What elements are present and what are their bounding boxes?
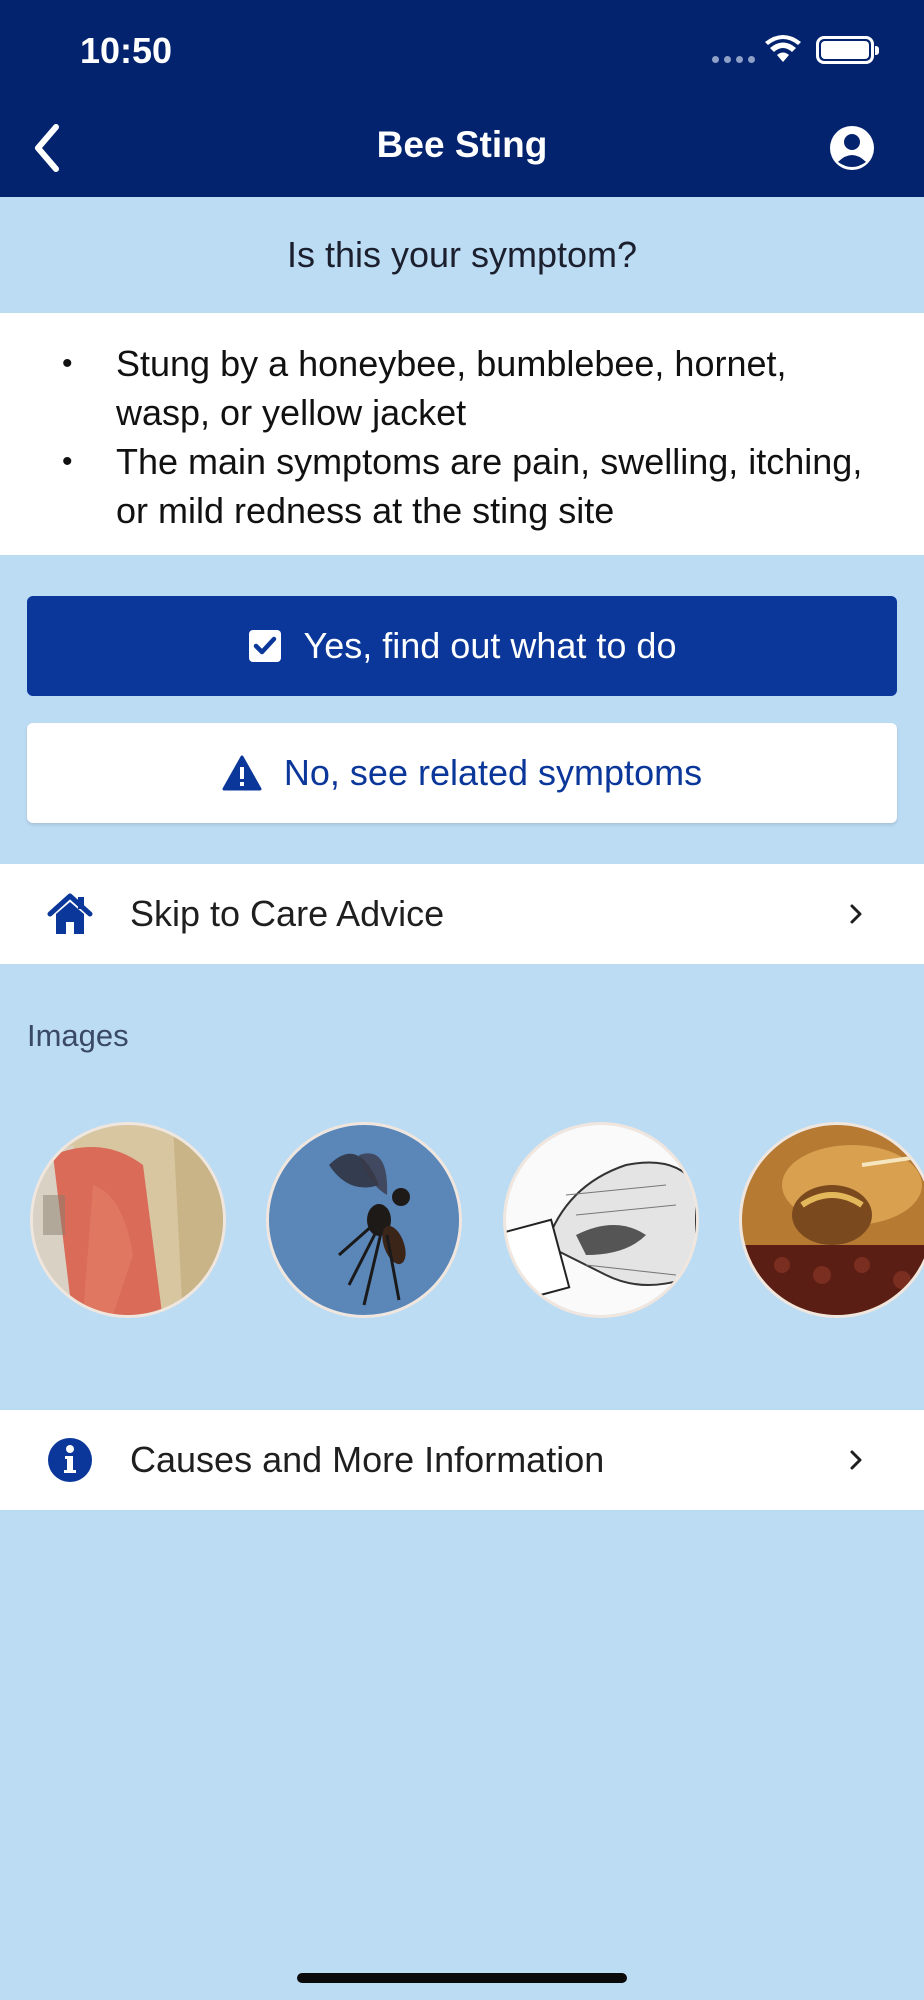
symptom-description: Stung by a honeybee, bumblebee, hornet, … <box>0 313 924 555</box>
symptom-question: Is this your symptom? <box>286 234 638 275</box>
arm-sting-photo[interactable] <box>30 1122 226 1318</box>
status-time: 10:50 <box>80 30 173 71</box>
skip-to-care-advice-label: Skip to Care Advice <box>130 893 445 934</box>
causes-and-more-info-row[interactable]: Causes and More Information <box>0 1410 924 1510</box>
checkbox-checked-icon <box>248 630 281 662</box>
yes-button-label: Yes, find out what to do <box>303 625 677 666</box>
skip-to-care-advice-row[interactable]: Skip to Care Advice <box>0 864 924 964</box>
battery-icon <box>816 36 879 64</box>
home-indicator[interactable] <box>297 1973 627 1983</box>
chevron-left-icon <box>35 124 59 172</box>
cellular-signal-icon <box>712 56 755 63</box>
no-button[interactable]: No, see related symptoms <box>27 723 897 823</box>
symptom-bullet: Stung by a honeybee, bumblebee, hornet, … <box>62 339 864 437</box>
stinger-removal-drawing[interactable] <box>503 1122 699 1318</box>
wifi-icon <box>765 35 801 62</box>
symptom-bullet: The main symptoms are pain, swelling, it… <box>62 437 864 535</box>
app-header: 10:50 Bee Sting <box>0 0 924 197</box>
honeybee-photo[interactable] <box>739 1122 924 1318</box>
chevron-right-icon <box>850 904 862 924</box>
images-section-label: Images <box>27 1018 129 1053</box>
info-circle-icon <box>48 1438 92 1482</box>
warning-triangle-icon <box>222 755 262 791</box>
wasp-photo[interactable] <box>266 1122 462 1318</box>
back-button[interactable] <box>22 118 72 178</box>
user-circle-icon[interactable] <box>828 124 876 172</box>
home-icon <box>47 893 93 934</box>
yes-button[interactable]: Yes, find out what to do <box>27 596 897 696</box>
no-button-label: No, see related symptoms <box>283 752 703 793</box>
causes-and-more-info-label: Causes and More Information <box>130 1439 605 1480</box>
chevron-right-icon <box>850 1450 862 1470</box>
page-title: Bee Sting <box>376 124 548 165</box>
